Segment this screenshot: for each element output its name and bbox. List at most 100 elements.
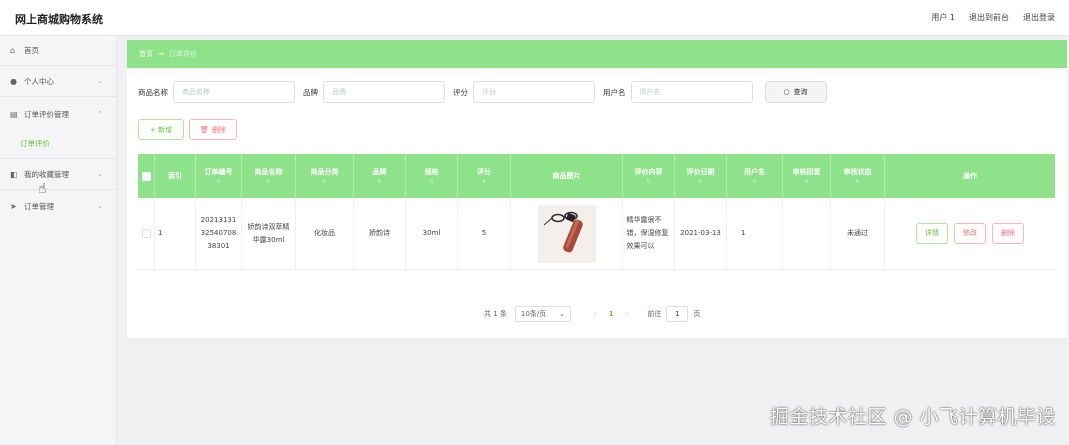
logout-link[interactable]: 退出登录 <box>1023 12 1055 23</box>
review-table: 索引 订单编号 ⇅ 商品名称 ⇅ 商品分类 ⇅ 品牌 ⇅ 规格 ⇅ 评分 ⇅ 商品图片 评价… <box>138 154 1055 270</box>
total-count: 共 1 条 <box>484 310 507 318</box>
page-number[interactable]: 1 <box>609 310 614 318</box>
back-to-front-link[interactable]: 退出到前台 <box>969 12 1009 23</box>
page-size-select[interactable]: 10条/页 ⌄ <box>514 306 571 322</box>
username-label: 用户名 <box>603 87 626 97</box>
chevron-down-icon: ⌄ <box>559 310 565 318</box>
edit-button[interactable]: 修改 <box>954 223 986 244</box>
row-brand: 娇韵诗 <box>354 198 406 269</box>
header-brand[interactable]: 品牌 ⇅ <box>354 154 406 198</box>
table-header: 索引 订单编号 ⇅ 商品名称 ⇅ 商品分类 ⇅ 品牌 ⇅ 规格 ⇅ 评分 ⇅ 商品图片 评价… <box>138 154 1055 198</box>
current-user[interactable]: 用户 1 <box>931 12 955 23</box>
row-checkbox[interactable] <box>141 229 151 238</box>
header-rating[interactable]: 评分 ⇅ <box>458 154 511 198</box>
sidebar-item-review-mgmt[interactable]: ▤ 订单评价管理 ⌃ <box>0 103 117 125</box>
username-input[interactable] <box>630 81 753 103</box>
detail-button[interactable]: 详情 <box>916 223 948 244</box>
row-status: 未通过 <box>831 198 885 269</box>
row-reply <box>783 198 831 269</box>
rating-label: 评分 <box>453 87 468 97</box>
row-content: 精华露很不错，保湿修复效果可以 <box>623 198 675 269</box>
header-order-no[interactable]: 订单编号 ⇅ <box>196 154 242 198</box>
sort-icon: ⇅ <box>481 179 487 185</box>
app-title: 网上商城购物系统 <box>15 13 103 26</box>
add-button[interactable]: + 新增 <box>138 119 184 140</box>
search-form: 商品名称 品牌 评分 用户名 ○ 查询 <box>138 81 827 103</box>
user-icon: ● <box>10 76 17 86</box>
search-icon: ○ <box>783 88 790 96</box>
table-row: 1 202131313254070838301 娇韵诗双萃精华露30ml 化妆品… <box>138 198 1055 270</box>
page-unit-label: 页 <box>693 310 701 318</box>
query-button-label: 查询 <box>793 88 808 96</box>
sidebar-item-label: 订单管理 <box>24 201 54 211</box>
top-links: 用户 1 退出到前台 退出登录 <box>931 12 1055 23</box>
sort-icon: ⇅ <box>429 179 434 185</box>
row-select[interactable] <box>138 198 155 269</box>
sidebar-divider <box>0 158 117 159</box>
product-name-input[interactable] <box>173 81 295 103</box>
sidebar-item-home[interactable]: ⌂ 首页 <box>0 39 117 61</box>
header-product[interactable]: 商品名称 ⇅ <box>242 154 296 198</box>
sidebar-divider <box>0 65 117 66</box>
product-image[interactable] <box>537 204 596 263</box>
header-index[interactable]: 索引 <box>155 154 196 198</box>
sidebar-divider <box>0 189 117 190</box>
row-username: 1 <box>727 198 783 269</box>
lip-product-icon <box>537 204 596 263</box>
header-select-all[interactable] <box>138 154 155 198</box>
watermark: 掘金技术社区 @ 小飞计算机毕设 <box>769 406 1056 428</box>
sidebar-item-favorites[interactable]: ◧ 我的收藏管理 ⌄ <box>0 163 117 185</box>
chevron-down-icon: ⌄ <box>97 170 103 178</box>
row-rating: 5 <box>458 198 511 269</box>
sidebar-item-personal[interactable]: ● 个人中心 ⌄ <box>0 70 117 92</box>
sidebar-item-label: 首页 <box>24 45 39 55</box>
prev-page-icon[interactable]: ‹ <box>594 310 597 318</box>
row-index: 1 <box>155 198 196 269</box>
breadcrumb-current: 订单评价 <box>168 50 197 58</box>
query-button[interactable]: ○ 查询 <box>764 81 827 103</box>
chevron-down-icon: ⌄ <box>97 77 103 85</box>
breadcrumb-home[interactable]: 首页 <box>139 49 153 59</box>
header-image[interactable]: 商品图片 <box>511 154 623 198</box>
sidebar: ⌂ 首页 ● 个人中心 ⌄ ▤ 订单评价管理 ⌃ 订单评价 ◧ 我的收藏管理 ⌄… <box>0 36 117 445</box>
select-all-checkbox[interactable] <box>141 171 151 181</box>
breadcrumb-arrow-icon: → <box>158 50 164 58</box>
trash-icon: 🗑 <box>200 125 209 134</box>
breadcrumb: 首页 → 订单评价 <box>127 40 1067 68</box>
header-reply[interactable]: 审核回复 ⇅ <box>783 154 831 198</box>
add-button-label: + 新增 <box>149 125 173 134</box>
header-spec[interactable]: 规格 ⇅ <box>406 154 458 198</box>
delete-button[interactable]: 删除 <box>992 223 1024 244</box>
header-content[interactable]: 评价内容 ⇅ <box>623 154 675 198</box>
next-page-icon[interactable]: › <box>626 310 629 318</box>
chevron-up-icon: ⌃ <box>97 110 103 118</box>
goto-page-input[interactable] <box>666 306 689 322</box>
document-icon: ▤ <box>10 109 18 119</box>
top-bar: 网上商城购物系统 用户 1 退出到前台 退出登录 <box>0 0 1069 36</box>
sidebar-item-orders[interactable]: ➤ 订单管理 ⌄ <box>0 195 117 217</box>
sort-icon: ⇅ <box>216 179 221 185</box>
batch-delete-button[interactable]: 🗑 删除 <box>189 119 237 140</box>
sort-icon: ⇅ <box>266 179 271 185</box>
main-content: 首页 → 订单评价 商品名称 品牌 评分 用户名 ○ 查询 + 新增 🗑 删除 <box>117 36 1069 445</box>
sidebar-item-label: 个人中心 <box>24 76 54 86</box>
header-operations: 操作 <box>963 172 977 180</box>
sort-icon: ⇅ <box>752 179 757 185</box>
rating-input[interactable] <box>473 81 595 103</box>
row-category: 化妆品 <box>296 198 354 269</box>
header-category[interactable]: 商品分类 ⇅ <box>296 154 354 198</box>
thumb-icon: ◧ <box>10 169 18 179</box>
row-order-no: 202131313254070838301 <box>196 198 242 269</box>
row-image <box>511 198 623 269</box>
header-username[interactable]: 用户名 ⇅ <box>727 154 783 198</box>
sort-icon: ⇅ <box>698 179 703 185</box>
row-operations: 详情 修改 删除 <box>885 198 1055 269</box>
sidebar-subitem-review[interactable]: 订单评价 <box>20 138 50 149</box>
sort-icon: ⇅ <box>377 179 382 185</box>
row-product: 娇韵诗双萃精华露30ml <box>242 198 296 269</box>
brand-input[interactable] <box>323 81 445 103</box>
header-status[interactable]: 审核状态 ⇅ <box>831 154 885 198</box>
sort-icon: ⇅ <box>322 179 327 185</box>
header-date[interactable]: 评价日期 ⇅ <box>675 154 727 198</box>
home-icon: ⌂ <box>10 45 16 55</box>
